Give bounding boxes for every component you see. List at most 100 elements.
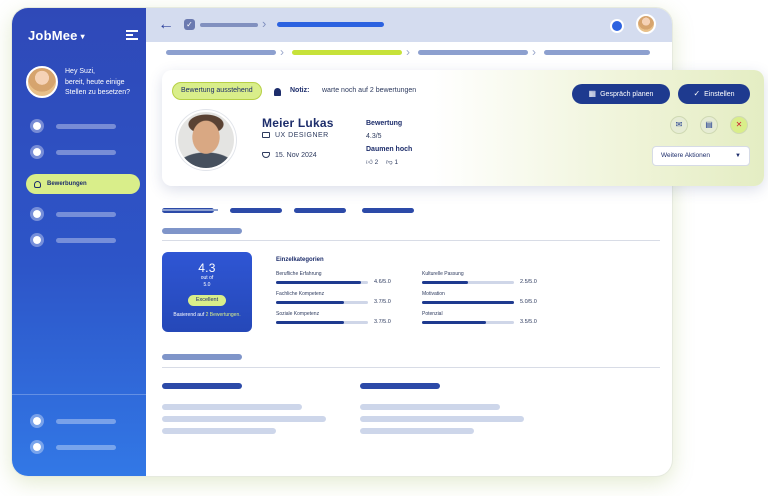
- category-row: Soziale Kompetenz 3.7/5.0: [276, 311, 406, 327]
- step-3[interactable]: [418, 50, 528, 55]
- category-progress-fill: [276, 301, 345, 304]
- greeting-text: Hey Suzi, bereit, heute einige Stellen z…: [65, 68, 130, 96]
- nav-dot-icon: [30, 207, 44, 221]
- more-actions-select[interactable]: Weitere Aktionen ▼: [652, 146, 750, 166]
- tab-3[interactable]: [294, 208, 346, 213]
- category-name: Soziale Kompetenz: [276, 311, 320, 317]
- sidebar-item-2[interactable]: [30, 145, 130, 159]
- thumbs-up-icon: 👍︎ 2: [366, 159, 379, 166]
- candidate-name: Meier Lukas: [262, 116, 334, 130]
- category-progress-fill: [422, 281, 468, 284]
- score-label-badge: Excellent: [187, 295, 227, 306]
- category-row: Fachliche Kompetenz 3.7/5.0: [276, 291, 406, 307]
- step-2[interactable]: [292, 50, 402, 55]
- sidebar-item-bewerbungen[interactable]: Bewerbungen: [26, 174, 140, 194]
- candidate-card: Bewertung ausstehend Notiz: warte noch a…: [162, 70, 764, 186]
- chevron-right-icon: ›: [280, 45, 284, 59]
- progress-steps: › › ›: [154, 45, 654, 59]
- category-name: Fachliche Kompetenz: [276, 291, 325, 297]
- nav-dot-icon: [30, 440, 44, 454]
- sidebar-divider: [12, 394, 146, 395]
- mail-icon[interactable]: ✉: [670, 116, 688, 134]
- categories-title: Einzelkategorien: [276, 257, 324, 263]
- score-max: 5.0: [203, 281, 211, 288]
- nav-dot-icon: [30, 233, 44, 247]
- sidebar-item-1[interactable]: [30, 119, 130, 133]
- breadcrumb-current[interactable]: [277, 22, 384, 27]
- sidebar-item-6[interactable]: [30, 414, 130, 428]
- thumbs-counts: 👍︎ 2 👎︎ 1: [366, 158, 404, 166]
- top-bar: ← ✓ ›: [146, 8, 672, 42]
- category-progress-track: [276, 321, 368, 324]
- status-badge: Bewertung ausstehend: [172, 82, 262, 100]
- text-placeholder: [162, 404, 302, 410]
- tab-active-underline: [162, 209, 218, 211]
- category-value: 3.7/5.0: [374, 298, 391, 305]
- message-icon[interactable]: ▤: [700, 116, 718, 134]
- folder-icon: [262, 132, 270, 138]
- divider: [162, 367, 660, 368]
- tab-2[interactable]: [230, 208, 282, 213]
- bell-icon: [274, 88, 281, 96]
- chevron-right-icon: ›: [262, 16, 267, 31]
- user-avatar[interactable]: [636, 14, 656, 34]
- check-icon: ✓: [184, 19, 195, 30]
- subheading-placeholder: [360, 383, 440, 389]
- tab-4[interactable]: [362, 208, 414, 213]
- text-placeholder: [162, 416, 326, 422]
- subheading-placeholder: [162, 383, 242, 389]
- breadcrumb-placeholder[interactable]: [200, 23, 258, 27]
- section-heading-placeholder: [162, 228, 242, 234]
- category-value: 3.7/5.0: [374, 318, 391, 325]
- calendar-icon: ▦: [588, 89, 597, 98]
- category-progress-track: [422, 281, 514, 284]
- menu-collapse-icon[interactable]: [126, 30, 138, 40]
- category-progress-fill: [422, 301, 514, 304]
- divider: [162, 240, 660, 241]
- step-1[interactable]: [166, 50, 276, 55]
- sidebar-item-7[interactable]: [30, 440, 130, 454]
- notification-icon[interactable]: [610, 19, 624, 33]
- schedule-interview-button[interactable]: ▦ Gespräch planen: [572, 84, 670, 104]
- category-value: 3.5/5.0: [520, 318, 537, 325]
- chevron-down-icon: ▼: [735, 153, 741, 159]
- category-row: Potenzial 3.5/5.0: [422, 311, 552, 327]
- back-arrow-icon[interactable]: ←: [158, 17, 174, 33]
- step-4[interactable]: [544, 50, 650, 55]
- category-name: Motivation: [422, 291, 445, 297]
- nav-dot-icon: [30, 119, 44, 133]
- category-value: 2.5/5.0: [520, 278, 537, 285]
- brand-logo[interactable]: JobMee ▾: [28, 28, 85, 43]
- score-value: 4.3: [198, 261, 216, 275]
- diamond-icon: [262, 152, 270, 158]
- text-placeholder: [162, 428, 276, 434]
- category-progress-fill: [422, 321, 487, 324]
- note-label: Notiz:: [290, 87, 310, 94]
- thumbs-down-icon: 👎︎ 1: [386, 159, 399, 166]
- text-placeholder: [360, 404, 500, 410]
- category-progress-fill: [276, 321, 345, 324]
- rating-label: Bewertung: [366, 120, 403, 127]
- rating-value: 4.3/5: [366, 133, 382, 140]
- category-row: Kulturelle Passung 2.5/5.0: [422, 271, 552, 287]
- thumbs-label: Daumen hoch: [366, 146, 413, 153]
- chevron-down-icon: ▾: [80, 32, 85, 42]
- sidebar-item-5[interactable]: [30, 233, 130, 247]
- based-on-text: Basierend auf 2 Bewertungen.: [173, 312, 241, 318]
- chevron-right-icon: ›: [532, 45, 536, 59]
- category-progress-fill: [276, 281, 361, 284]
- text-placeholder: [360, 416, 524, 422]
- hire-button[interactable]: ✓ Einstellen: [678, 84, 750, 104]
- category-row: Motivation 5.0/5.0: [422, 291, 552, 307]
- nav-dot-icon: [30, 145, 44, 159]
- sidebar-item-4[interactable]: [30, 207, 130, 221]
- avatar[interactable]: [26, 66, 58, 98]
- nav-dot-icon: [30, 414, 44, 428]
- close-icon[interactable]: ✕: [730, 116, 748, 134]
- check-icon: ✓: [693, 89, 701, 98]
- sidebar: JobMee ▾ Hey Suzi, bereit, heute einige S…: [12, 8, 146, 476]
- category-progress-track: [276, 281, 368, 284]
- category-value: 4.6/5.0: [374, 278, 391, 285]
- category-name: Kulturelle Passung: [422, 271, 464, 277]
- application-date: 15. Nov 2024: [262, 152, 317, 159]
